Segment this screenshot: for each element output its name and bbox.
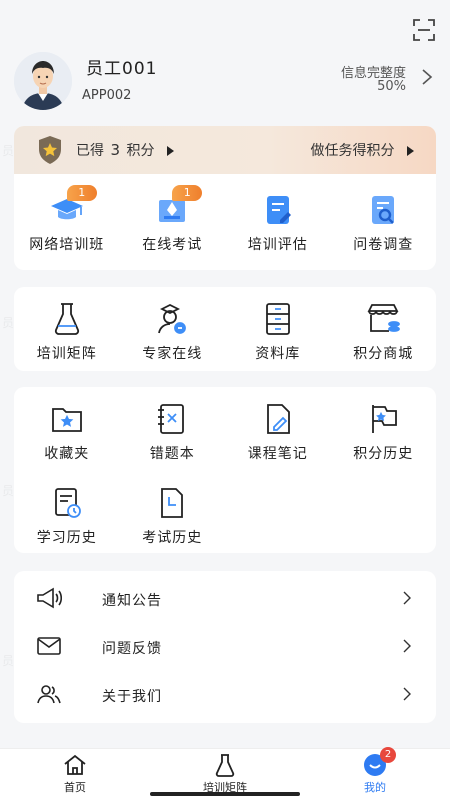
grid-item-library[interactable]: 资料库 [225,301,331,363]
notification-badge: 2 [380,747,396,763]
grid-item-label: 问卷调查 [353,237,414,253]
tab-label: 我的 [364,781,386,794]
chevron-right-icon [402,590,412,606]
medal-icon [36,135,64,165]
grid-item-label: 学习历史 [36,530,97,546]
grid-item-training-eval[interactable]: 培训评估 [225,192,331,254]
flask-icon [47,301,87,337]
grid-item-label: 专家在线 [142,346,203,362]
grid-item-label: 积分商城 [353,346,414,362]
earned-suffix: 积分 [126,143,155,159]
grid-item-online-exam[interactable]: 1 在线考试 [120,185,226,254]
grid-item-points-history[interactable]: 积分历史 [331,401,437,463]
settings-list-card: 通知公告 问题反馈 关于我们 [14,571,436,723]
grid-item-survey[interactable]: 问卷调查 [331,192,437,254]
tab-label: 首页 [64,781,86,794]
megaphone-icon [36,587,63,609]
chevron-right-icon [402,638,412,654]
star-folder-icon [47,401,87,437]
section2-card: 培训矩阵 专家在线 资料库 积分商城 [14,287,436,371]
earned-value: 3 [110,141,120,159]
flask-icon [212,753,238,777]
grid-item-training-matrix[interactable]: 培训矩阵 [14,301,120,363]
mail-icon [36,635,62,657]
chevron-right-icon [402,686,412,702]
grid-item-label: 考试历史 [142,530,203,546]
grid-item-wrong-book[interactable]: 错题本 [120,401,226,463]
grid-item-course-notes[interactable]: 课程笔记 [225,401,331,463]
grid-item-label: 收藏夹 [44,446,90,462]
triangle-right-icon [407,146,414,156]
cabinet-icon [258,301,298,337]
grid-item-expert-online[interactable]: 专家在线 [120,301,226,363]
task-points-link[interactable]: 做任务得积分 [311,140,414,160]
document-edit-icon [258,192,298,228]
grid-item-label: 错题本 [149,446,195,462]
grid-item-study-history[interactable]: 学习历史 [14,485,120,547]
section3-grid-row1: 收藏夹 错题本 课程笔记 积分历史 [14,401,436,463]
chevron-right-icon[interactable] [420,68,434,86]
bottom-tab-bar: 首页 培训矩阵 2 我的 [0,747,450,800]
section3-card: 收藏夹 错题本 课程笔记 积分历史 学习历史 考试历史 [14,387,436,553]
scan-icon[interactable] [412,18,436,42]
study-history-icon [47,485,87,521]
section1-grid: 1 网络培训班 1 在线考试 培训评估 问卷调查 [14,185,437,254]
grid-item-label: 网络培训班 [29,237,105,253]
points-card: 已得 3 积分 做任务得积分 1 网络培训班 1 在线考试 培训评估 问卷调查 [14,126,436,270]
grid-item-label: 课程笔记 [247,446,308,462]
profile-header[interactable]: 员工001 APP002 信息完整度 50% [14,50,436,110]
user-id: APP002 [82,88,132,103]
people-icon [36,683,62,705]
home-indicator [150,792,300,796]
grid-item-label: 资料库 [255,346,301,362]
avatar[interactable] [14,52,72,110]
list-item-label: 通知公告 [102,593,162,609]
points-bar: 已得 3 积分 做任务得积分 [14,126,436,174]
tab-home[interactable]: 首页 [0,749,150,800]
list-item-feedback[interactable]: 问题反馈 [14,623,436,671]
shop-icon [363,301,403,337]
document-search-icon [363,192,403,228]
home-icon [62,753,88,777]
pen-tablet-icon: 1 [152,185,203,228]
expert-icon [152,301,192,337]
section3-grid-row2: 学习历史 考试历史 [14,485,436,547]
user-name: 员工001 [86,59,158,79]
list-item-about[interactable]: 关于我们 [14,671,436,719]
note-icon [258,401,298,437]
grid-item-points-mall[interactable]: 积分商城 [331,301,437,363]
list-item-label: 关于我们 [102,689,162,705]
list-item-label: 问题反馈 [102,641,162,657]
list-item-notice[interactable]: 通知公告 [14,575,436,623]
profile-icon: 2 [362,747,396,777]
grid-item-label: 在线考试 [142,237,203,253]
grid-item-label: 培训矩阵 [36,346,97,362]
grid-item-label: 培训评估 [247,237,308,253]
triangle-right-icon [166,146,174,156]
grid-item-online-class[interactable]: 1 网络培训班 [14,185,120,254]
grid-item-favorites[interactable]: 收藏夹 [14,401,120,463]
exam-history-icon [152,485,192,521]
points-earned[interactable]: 已得 3 积分 [76,140,174,160]
grid-item-exam-history[interactable]: 考试历史 [120,485,226,547]
info-completeness-value: 50% [377,79,406,94]
section2-grid: 培训矩阵 专家在线 资料库 积分商城 [14,301,436,363]
tab-mine[interactable]: 2 我的 [300,747,450,800]
grid-item-label: 积分历史 [353,446,414,462]
badge: 1 [66,185,97,201]
flag-icon [363,401,403,437]
earned-prefix: 已得 [76,143,104,159]
wrong-book-icon [152,401,192,437]
badge: 1 [172,185,203,201]
graduation-cap-icon: 1 [47,185,97,228]
task-label: 做任务得积分 [310,143,395,159]
